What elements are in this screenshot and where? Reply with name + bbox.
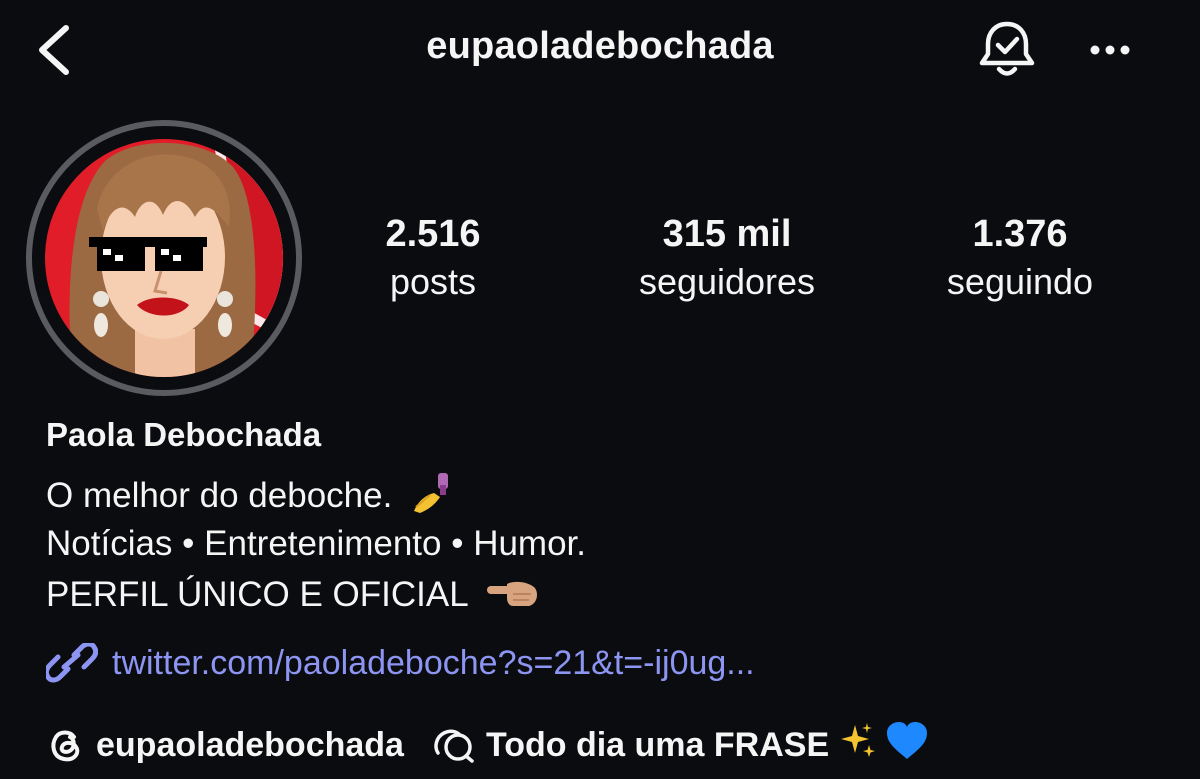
nail-polish-emoji-icon	[410, 471, 454, 524]
following-count-value: 1.376	[972, 213, 1068, 255]
blue-heart-emoji-icon	[885, 721, 929, 770]
bell-check-icon	[979, 21, 1035, 76]
bio-text: PERFIL ÚNICO E OFICIAL	[46, 574, 468, 614]
bio-text: O melhor do deboche.	[46, 475, 393, 515]
profile-extras-row: eupaoladebochada Todo dia uma FRASE	[46, 720, 929, 770]
chat-bubbles-icon	[434, 729, 474, 763]
notifications-button[interactable]	[974, 16, 1040, 82]
more-horizontal-icon	[1090, 45, 1130, 55]
bio-line: Notícias • Entretenimento • Humor.	[46, 524, 587, 563]
profile-display-name: Paola Debochada	[46, 416, 322, 453]
posts-count-label: posts	[389, 261, 477, 302]
profile-note: Todo dia uma FRASE	[485, 725, 830, 764]
threads-chip[interactable]: eupaoladebochada	[46, 725, 404, 765]
threads-handle: eupaoladebochada	[96, 725, 404, 764]
followers-count[interactable]: 315 mil seguidores	[597, 210, 857, 306]
profile-link[interactable]: twitter.com/paoladeboche?s=21&t=-ij0ug..…	[46, 638, 755, 688]
posts-count-value: 2.516	[385, 213, 481, 255]
bio-line: PERFIL ÚNICO E OFICIAL	[46, 574, 541, 619]
more-options-button[interactable]	[1080, 30, 1140, 70]
followers-count-label: seguidores	[638, 261, 816, 302]
avatar[interactable]	[45, 139, 283, 377]
sparkles-emoji-icon	[837, 721, 877, 770]
profile-link-text: twitter.com/paoladeboche?s=21&t=-ij0ug..…	[112, 643, 755, 682]
note-chip[interactable]: Todo dia uma FRASE	[432, 721, 929, 770]
link-icon	[46, 643, 98, 683]
avatar-illustration	[45, 139, 283, 377]
bio-line: O melhor do deboche.	[46, 471, 454, 524]
pointing-hand-emoji-icon	[485, 574, 541, 619]
profile-header: eupaoladebochada	[0, 0, 1200, 100]
following-count[interactable]: 1.376 seguindo	[890, 210, 1150, 306]
followers-count-value: 315 mil	[662, 213, 792, 255]
following-count-label: seguindo	[946, 261, 1094, 302]
threads-icon	[51, 730, 80, 762]
posts-count: 2.516 posts	[303, 210, 563, 306]
